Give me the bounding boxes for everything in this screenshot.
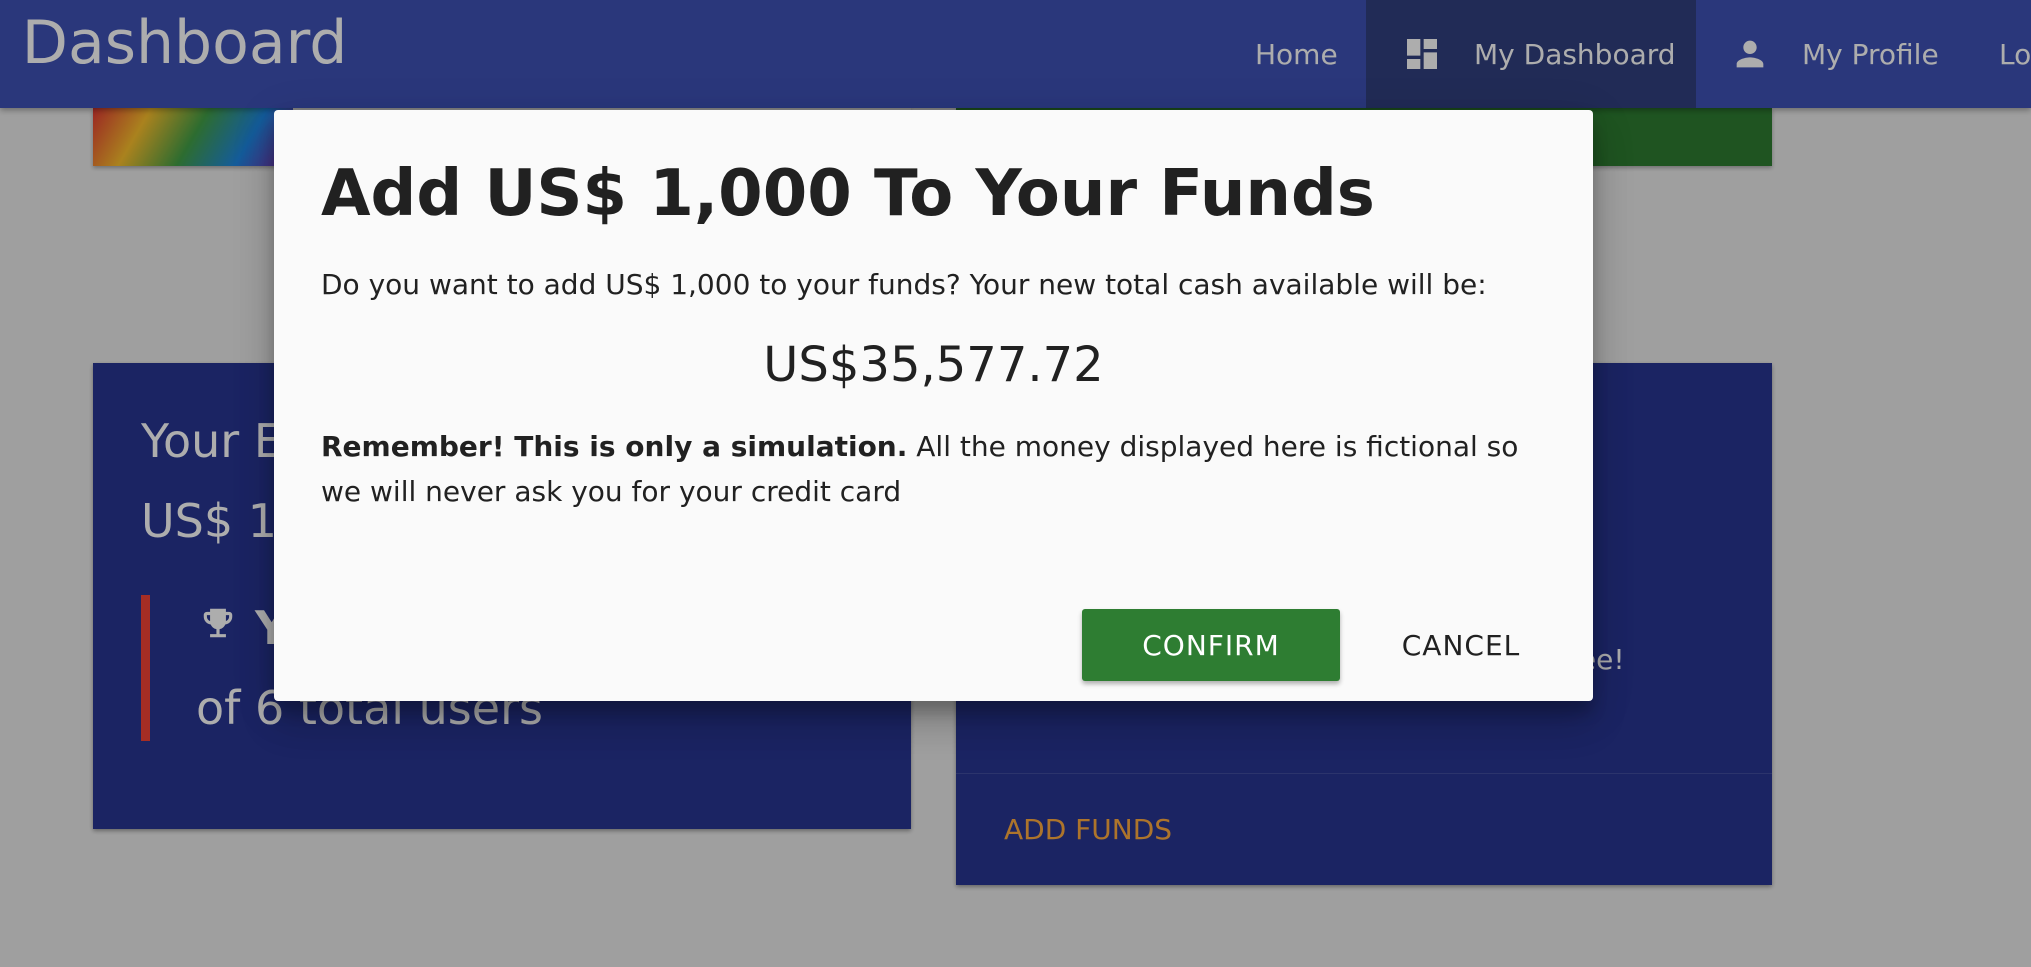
- new-total-cash: US$35,577.72: [763, 337, 1104, 393]
- simulation-note-bold: Remember! This is only a simulation.: [321, 430, 908, 463]
- confirm-button[interactable]: CONFIRM: [1082, 609, 1340, 681]
- cancel-button[interactable]: CANCEL: [1386, 609, 1536, 681]
- dialog-question: Do you want to add US$ 1,000 to your fun…: [321, 268, 1487, 301]
- dialog-title: Add US$ 1,000 To Your Funds: [321, 157, 1375, 231]
- simulation-note: Remember! This is only a simulation. All…: [321, 424, 1521, 514]
- add-funds-dialog: Add US$ 1,000 To Your Funds Do you want …: [274, 110, 1593, 701]
